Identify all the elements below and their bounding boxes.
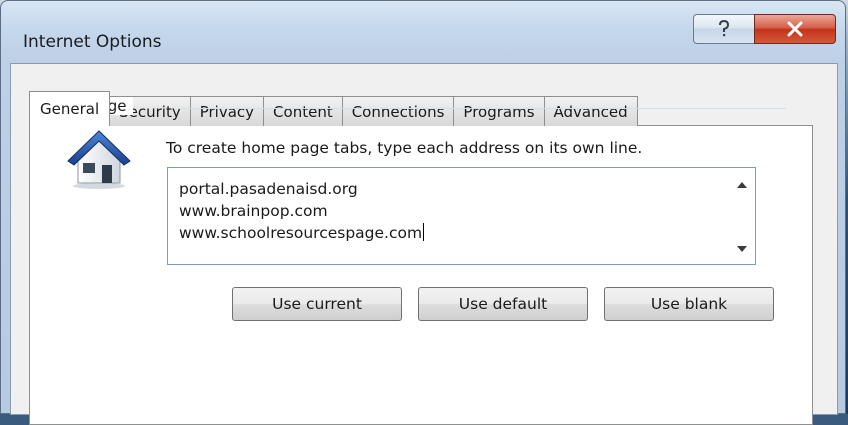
close-button[interactable] [754, 14, 836, 44]
use-blank-button[interactable]: Use blank [604, 287, 774, 321]
close-x-icon [787, 21, 803, 37]
title-bar[interactable]: Internet Options [1, 1, 845, 61]
arrow-down-icon [737, 246, 747, 252]
use-default-button[interactable]: Use default [418, 287, 588, 321]
tab-connections[interactable]: Connections [341, 96, 455, 126]
arrow-up-icon [737, 182, 747, 188]
text-caret [423, 223, 425, 241]
tab-programs[interactable]: Programs [453, 96, 545, 126]
house-icon [67, 130, 131, 189]
window-title: Internet Options [23, 32, 162, 52]
use-current-button[interactable]: Use current [232, 287, 402, 321]
url-line: portal.pasadenaisd.org [179, 180, 358, 198]
url-line-text: www.schoolresourcespage.com [179, 224, 423, 242]
scroll-up-button[interactable] [729, 174, 755, 196]
url-line: www.brainpop.com [179, 202, 328, 220]
home-page-urls-textarea[interactable]: portal.pasadenaisd.org www.brainpop.com … [167, 167, 756, 265]
question-icon [719, 20, 730, 37]
tab-general[interactable]: General [29, 91, 111, 126]
url-list: portal.pasadenaisd.org www.brainpop.com … [179, 178, 425, 244]
tab-advanced[interactable]: Advanced [543, 96, 638, 126]
tab-content[interactable]: Content [263, 96, 343, 126]
help-button[interactable] [693, 14, 755, 44]
scroll-down-button[interactable] [729, 238, 755, 260]
url-line-last: www.schoolresourcespage.com [179, 222, 425, 244]
tab-privacy[interactable]: Privacy [189, 96, 265, 126]
vertical-scrollbar[interactable] [729, 168, 755, 264]
group-divider [178, 108, 786, 109]
home-page-instruction: To create home page tabs, type each addr… [166, 139, 643, 157]
